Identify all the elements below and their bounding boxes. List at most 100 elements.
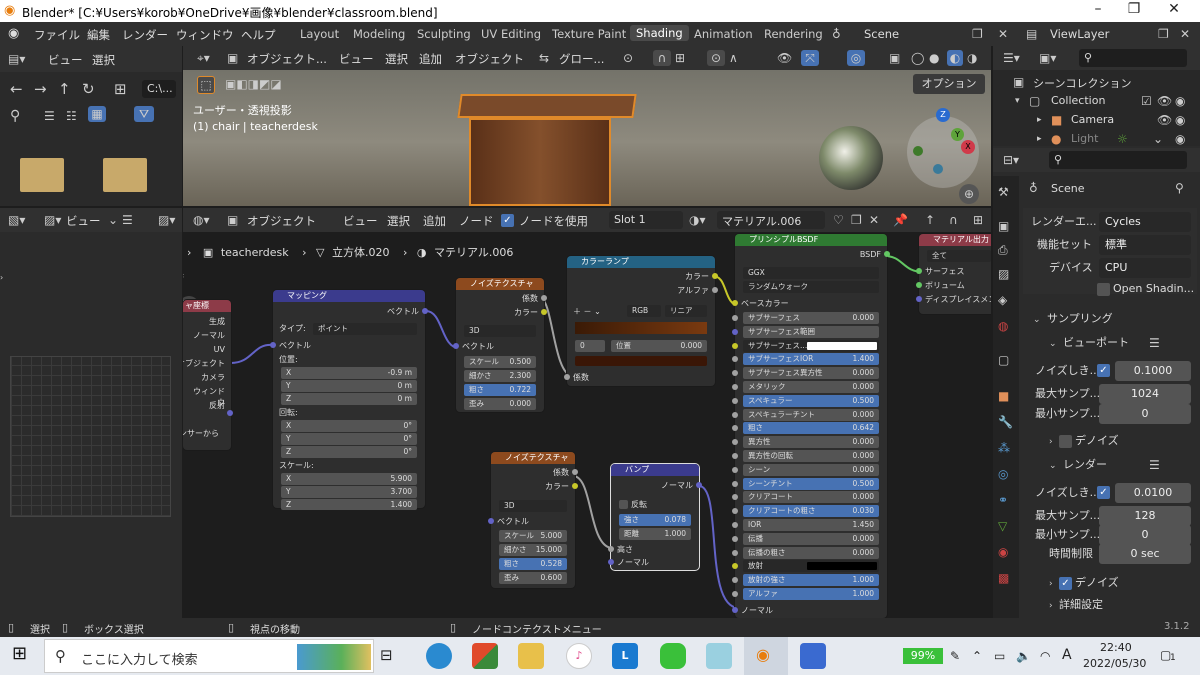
xray-icon[interactable]: ▣ xyxy=(889,50,900,66)
data-tab-icon[interactable]: ▽ xyxy=(998,518,1007,534)
list-icon[interactable]: ☰ xyxy=(1149,335,1160,351)
viewport-menu-object[interactable]: オブジェクト xyxy=(455,51,524,67)
sidebar-toggle-icon[interactable]: › xyxy=(0,270,3,286)
bsdf-field[interactable]: サブサーフェス異方性 0.000 xyxy=(743,367,879,380)
shading-rendered-icon[interactable]: ◑ xyxy=(967,50,977,66)
task-view-icon[interactable]: ⊟ xyxy=(380,647,393,663)
shading-wire-icon[interactable]: ◯ xyxy=(911,50,924,66)
node-mapping[interactable]: マッピング ベクトル タイプ: ポイント ベクトル 位置: X -0.9 m Y0… xyxy=(270,290,428,510)
bsdf-field[interactable]: 伝播 0.000 xyxy=(743,532,879,545)
folder-icon[interactable] xyxy=(20,158,64,192)
expand-icon[interactable]: ⌄ xyxy=(1153,131,1163,147)
node-noise-texture-1[interactable]: ノイズテクスチャ 係数 カラー 3D ベクトル スケール 0.500 細かさ 2.3… xyxy=(453,278,547,412)
scene-icon[interactable]: ♁ xyxy=(832,26,841,42)
menu-file[interactable]: ファイル xyxy=(34,27,80,43)
clock-time[interactable]: 22:40 xyxy=(1100,641,1132,654)
snap-icon[interactable]: ∩ xyxy=(653,50,671,66)
options-dropdown[interactable]: オプション xyxy=(913,74,985,94)
3d-viewport[interactable]: ⌖▾ ▣ オブジェクト... ビュー 選択 追加 オブジェクト ⇆ グロー...… xyxy=(183,46,991,206)
editor-type-icon[interactable]: ☰▾ xyxy=(1003,50,1020,66)
bsdf-field[interactable]: シーン 0.000 xyxy=(743,463,879,476)
pivot-icon[interactable]: ⊙ xyxy=(623,50,633,66)
object-tab-icon[interactable]: ■ xyxy=(998,388,1009,404)
editor-type-icon[interactable]: ▧▾ xyxy=(8,212,25,228)
outliner-search[interactable]: ⚲ xyxy=(1079,49,1187,67)
pen-icon[interactable]: ✎ xyxy=(950,648,960,664)
back-icon[interactable]: ← xyxy=(10,81,23,97)
ime-indicator[interactable]: A xyxy=(1062,647,1072,663)
view-layer-name[interactable]: ViewLayer xyxy=(1050,27,1109,41)
photos-icon[interactable] xyxy=(800,643,826,669)
path-field[interactable]: C:\... xyxy=(142,80,176,98)
bsdf-field[interactable]: 異方性 0.000 xyxy=(743,436,879,449)
tool-tab-icon[interactable]: ⚒ xyxy=(998,184,1009,200)
viewport-menu-add[interactable]: 追加 xyxy=(419,51,442,67)
scene-name[interactable]: Scene xyxy=(864,27,899,41)
explorer-icon[interactable] xyxy=(518,643,544,669)
sampling-panel[interactable]: サンプリング xyxy=(1047,309,1113,329)
eye-icon[interactable]: 👁 xyxy=(1157,93,1172,109)
bsdf-field[interactable]: スペキュラー 0.500 xyxy=(743,394,879,407)
image-icon[interactable]: ▨▾ xyxy=(158,212,175,228)
collapse-icon[interactable]: ⌄ xyxy=(1049,336,1057,352)
chevron-up-icon[interactable]: ⌃ xyxy=(972,648,982,664)
node-bump[interactable]: バンプ ノーマル 反転 強さ 0.078 距離 1.000 高さ ノーマル xyxy=(608,464,702,570)
outliner-collection[interactable]: Collection xyxy=(1051,94,1105,107)
image-menu-view[interactable]: ビュー xyxy=(66,213,101,229)
windows-start-icon[interactable]: ⊞ xyxy=(12,645,27,663)
bsdf-field[interactable]: サブサーフェスIOR 1.400 xyxy=(743,353,879,366)
line-icon[interactable] xyxy=(660,643,686,669)
mode-selector[interactable]: オブジェクト... xyxy=(247,51,327,67)
menu-help[interactable]: ヘルプ xyxy=(241,27,276,43)
collapse-icon[interactable]: ⌄ xyxy=(1033,312,1041,328)
node-color-ramp[interactable]: カラーランプ カラー アルファ ＋ － ⌄ RGB リニア 0 位置 0.000 … xyxy=(564,256,718,386)
r-noise-checkbox[interactable]: ✓ xyxy=(1097,486,1110,499)
new-scene-icon[interactable]: ❐ xyxy=(972,26,983,42)
snap-target-icon[interactable]: ⊞ xyxy=(675,50,685,66)
render-tab-icon[interactable]: ▣ xyxy=(998,218,1009,234)
collection-tab-icon[interactable]: ▢ xyxy=(998,352,1009,368)
texture-tab-icon[interactable]: ▩ xyxy=(998,570,1009,586)
uv-grid[interactable] xyxy=(10,356,171,517)
zoom-icon[interactable]: ⊕ xyxy=(959,184,979,204)
overlay-toggle-icon[interactable]: ◎ xyxy=(847,50,865,66)
desk-body[interactable] xyxy=(469,118,611,206)
physics-tab-icon[interactable]: ◎ xyxy=(998,466,1008,482)
close-button[interactable]: ✕ xyxy=(1156,1,1192,17)
expand-icon[interactable]: ▾ xyxy=(1015,93,1020,109)
ramp-gradient[interactable] xyxy=(575,322,707,334)
r-max-field[interactable]: 128 xyxy=(1099,506,1191,526)
hamburger-icon[interactable]: ☰ xyxy=(122,212,133,228)
parent-dir-icon[interactable]: ↑ xyxy=(58,81,71,97)
object-mode-icon[interactable]: ▣ xyxy=(227,50,238,66)
display-mode-icon[interactable]: ▣▾ xyxy=(1039,50,1056,66)
tab-rendering[interactable]: Rendering xyxy=(764,27,823,41)
proportional-edit-icon[interactable]: ⊙ xyxy=(707,50,725,66)
wifi-icon[interactable]: ◠ xyxy=(1040,648,1050,664)
expand-icon[interactable]: › xyxy=(1049,434,1053,450)
music-icon[interactable]: ♪ xyxy=(566,643,592,669)
editor-type-icon[interactable]: ⊟▾ xyxy=(1003,152,1019,168)
menu-edit[interactable]: 編集 xyxy=(87,27,110,43)
navigation-gizmo[interactable]: Z Y X xyxy=(907,108,979,188)
eye-icon[interactable]: 👁 xyxy=(1157,112,1172,128)
transform-orientation[interactable]: グロー... xyxy=(559,51,604,67)
bsdf-field[interactable]: アルファ 1.000 xyxy=(743,588,879,600)
collapse-icon[interactable]: ⌄ xyxy=(1049,458,1057,474)
r-noise-field[interactable]: 0.0100 xyxy=(1115,483,1191,503)
viewport-subpanel[interactable]: ビューポート xyxy=(1063,333,1129,353)
bsdf-field[interactable]: 放射 xyxy=(743,560,879,573)
outliner-camera[interactable]: Camera xyxy=(1071,113,1114,126)
expand-icon[interactable]: › xyxy=(1049,576,1053,592)
render-subpanel[interactable]: レンダー xyxy=(1063,455,1107,475)
bsdf-field[interactable]: サブサーフェス 0.000 xyxy=(743,312,879,324)
viewport-menu-view[interactable]: ビュー xyxy=(339,51,374,67)
noise1-dim-select[interactable]: 3D xyxy=(464,325,536,337)
tab-animation[interactable]: Animation xyxy=(694,27,753,41)
blender-menu-icon[interactable]: ◉ xyxy=(8,26,19,41)
display-detail-icon[interactable]: ☷ xyxy=(66,108,77,124)
shading-material-icon[interactable]: ◐ xyxy=(947,50,963,66)
delete-view-layer-icon[interactable]: ✕ xyxy=(1180,26,1190,42)
bsdf-field[interactable]: シーンチント 0.500 xyxy=(743,477,879,490)
app-l-icon[interactable]: L xyxy=(612,643,638,669)
